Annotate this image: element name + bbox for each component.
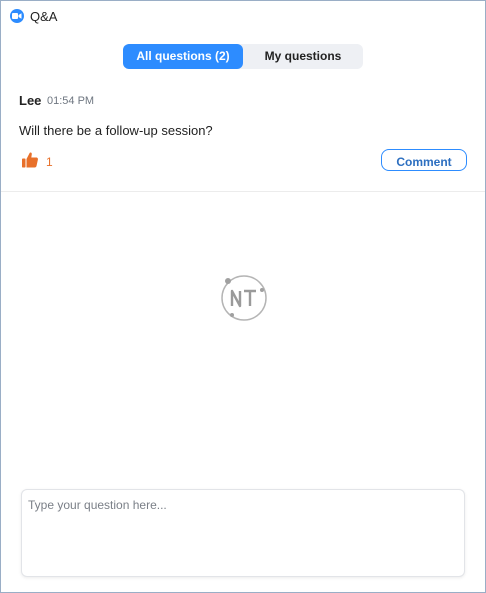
- tab-all-questions[interactable]: All questions (2): [123, 44, 243, 69]
- window-title: Q&A: [30, 9, 58, 24]
- watermark-logo: [221, 275, 267, 321]
- title-bar: Q&A: [1, 1, 485, 31]
- question-tabs: All questions (2) My questions: [123, 44, 363, 69]
- question-text: Will there be a follow-up session?: [19, 123, 213, 138]
- zoom-camera-icon: [10, 9, 24, 23]
- question-input-box: [21, 489, 465, 577]
- question-author: Lee: [19, 93, 42, 108]
- question-input[interactable]: [22, 490, 464, 576]
- comment-button[interactable]: Comment: [381, 149, 467, 171]
- question-item: Lee 01:54 PM Will there be a follow-up s…: [1, 85, 485, 192]
- question-time: 01:54 PM: [47, 95, 95, 107]
- qa-window: Q&A All questions (2) My questions Lee 0…: [0, 0, 486, 593]
- tab-my-questions[interactable]: My questions: [243, 44, 363, 69]
- thumbs-up-icon[interactable]: [21, 151, 39, 169]
- like-count: 1: [46, 155, 53, 169]
